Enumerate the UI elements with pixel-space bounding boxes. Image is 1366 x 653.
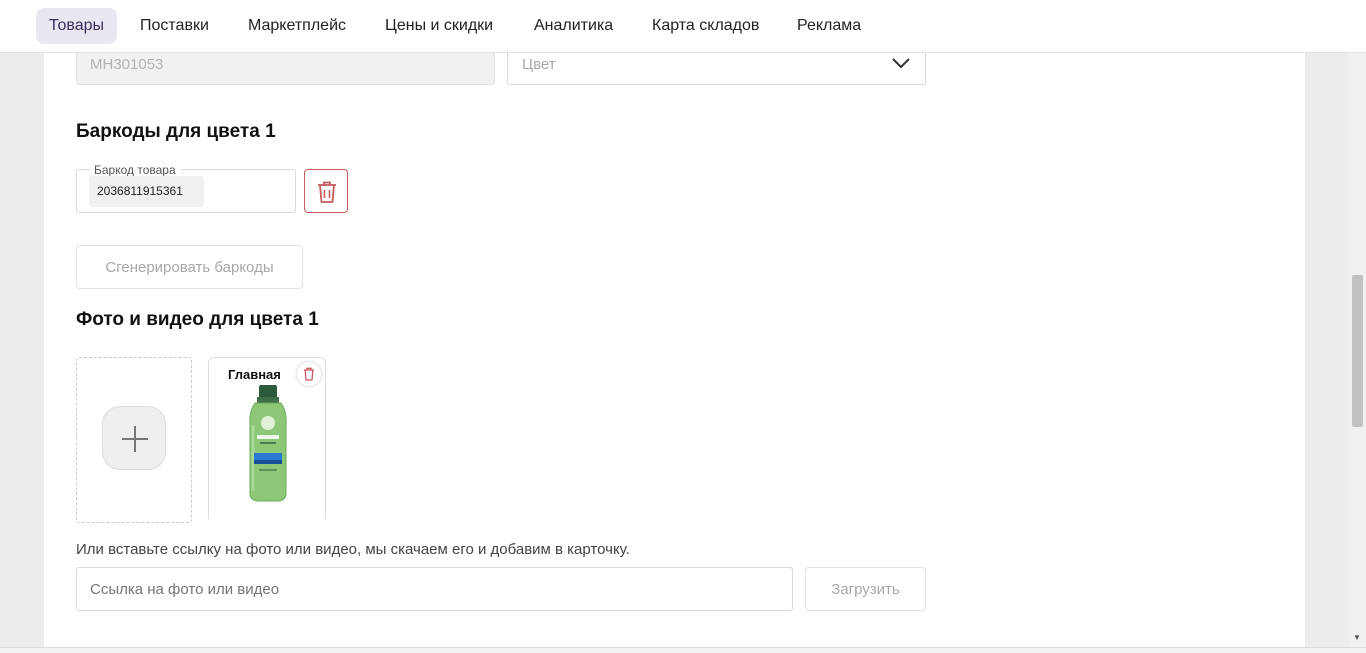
- bottom-edge: [0, 647, 1366, 653]
- nav-item-marketplace[interactable]: Маркетплейс: [235, 8, 359, 44]
- nav-item-prices-discounts[interactable]: Цены и скидки: [372, 8, 506, 44]
- scroll-down-arrow[interactable]: ▼: [1353, 633, 1361, 642]
- nav-item-analytics[interactable]: Аналитика: [521, 8, 626, 44]
- media-link-hint: Или вставьте ссылку на фото или видео, м…: [76, 541, 630, 558]
- top-navigation: Товары Поставки Маркетплейс Цены и скидк…: [0, 0, 1366, 53]
- plus-icon: [122, 426, 148, 452]
- chevron-down-icon: [892, 58, 910, 69]
- shampoo-bottle-image: [249, 385, 287, 502]
- add-media-dropzone[interactable]: [76, 357, 192, 523]
- nav-item-supplies[interactable]: Поставки: [127, 8, 222, 44]
- photo-card-main[interactable]: Главная: [208, 357, 326, 519]
- scroll-thumb[interactable]: [1352, 275, 1363, 427]
- photo-delete-button[interactable]: [297, 362, 321, 386]
- article-value: MH301053: [90, 56, 164, 73]
- trash-icon: [304, 367, 314, 381]
- barcode-field-label: Баркод товара: [89, 163, 181, 177]
- add-media-button[interactable]: [102, 406, 166, 470]
- barcode-chip[interactable]: 2036811915361: [89, 176, 204, 207]
- trash-icon: [318, 181, 336, 203]
- nav-item-products[interactable]: Товары: [36, 8, 118, 44]
- barcodes-section-title: Баркоды для цвета 1: [76, 121, 276, 142]
- photo-main-label: Главная: [228, 367, 281, 382]
- page-scrollbar[interactable]: ▼: [1349, 53, 1366, 647]
- nav-item-advertising[interactable]: Реклама: [784, 8, 874, 44]
- generate-barcodes-button[interactable]: Сгенерировать баркоды: [76, 245, 303, 289]
- media-link-input[interactable]: [76, 567, 793, 611]
- upload-button[interactable]: Загрузить: [805, 567, 926, 611]
- nav-item-warehouse-map[interactable]: Карта складов: [639, 8, 772, 44]
- barcode-field[interactable]: Баркод товара 2036811915361: [76, 163, 296, 213]
- delete-barcode-button[interactable]: [304, 169, 348, 213]
- color-select-placeholder: Цвет: [522, 56, 556, 73]
- media-section-title: Фото и видео для цвета 1: [76, 309, 319, 330]
